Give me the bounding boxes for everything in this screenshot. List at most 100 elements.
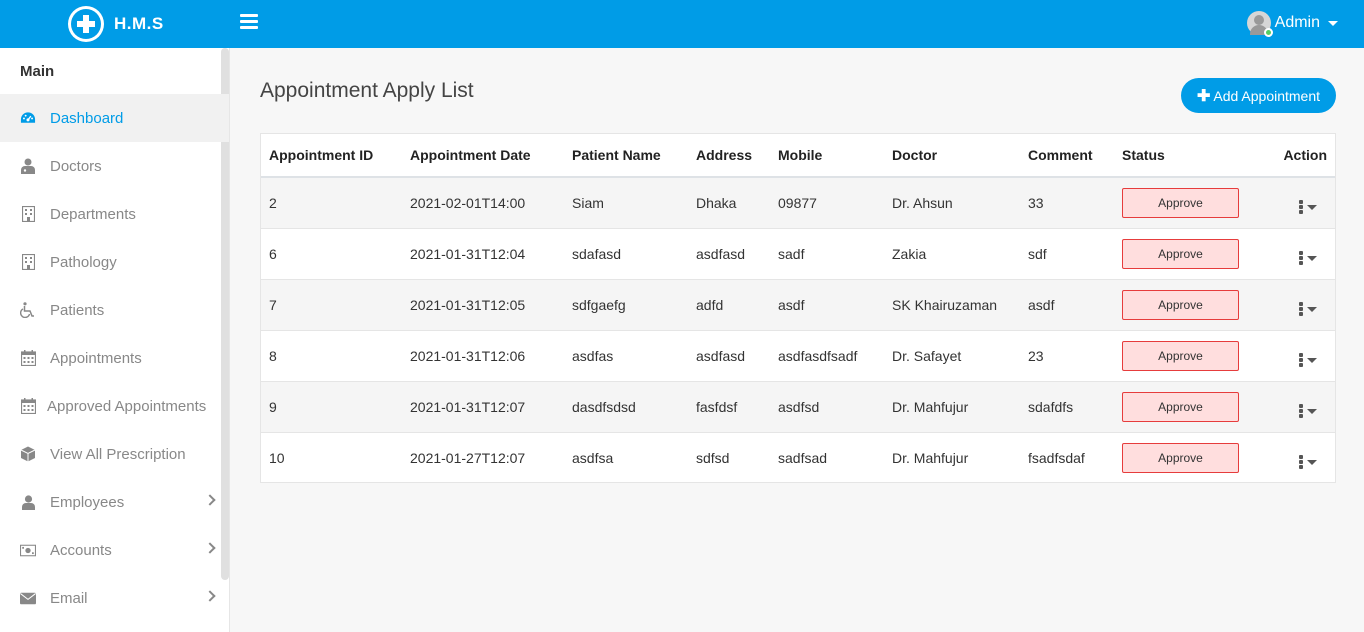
sidebar-item-approved-appointments[interactable]: Approved Appointments xyxy=(0,382,229,430)
sidebar-item-view-all-prescription[interactable]: View All Prescription xyxy=(0,430,229,478)
sidebar-item-appointments[interactable]: Appointments xyxy=(0,334,229,382)
cell-address: adfd xyxy=(696,296,724,313)
cell-appointment-date: 2021-01-31T12:07 xyxy=(410,398,526,415)
approve-button[interactable]: Approve xyxy=(1122,442,1239,473)
user-md-icon xyxy=(20,158,36,174)
cell-doctor: SK Khairuzaman xyxy=(892,296,998,313)
ellipsis-vertical-icon xyxy=(1299,250,1303,266)
table-row: 2 2021-02-01T14:00 Siam Dhaka 09877 Dr. … xyxy=(261,177,1335,228)
appointments-table: Appointment ID Appointment Date Patient … xyxy=(260,133,1336,483)
chevron-right-icon xyxy=(204,542,216,554)
app-name: H.M.S xyxy=(114,14,164,33)
column-header-patient-name: Patient Name xyxy=(572,147,661,163)
dashboard-icon xyxy=(20,110,36,126)
user-icon xyxy=(20,494,36,510)
column-header-action: Action xyxy=(1283,147,1327,163)
cell-doctor: Dr. Safayet xyxy=(892,347,962,364)
column-header-address: Address xyxy=(696,147,753,163)
cell-mobile: 09877 xyxy=(778,194,817,211)
sidebar: Main Dashboard Doctors Departments Patho… xyxy=(0,48,230,632)
cell-appointment-date: 2021-01-31T12:05 xyxy=(410,296,526,313)
sidebar-item-departments[interactable]: Departments xyxy=(0,190,229,238)
cell-comment: sdafdfs xyxy=(1028,398,1074,415)
logo[interactable]: H.M.S xyxy=(68,6,164,42)
user-menu[interactable]: Admin xyxy=(1246,11,1338,37)
add-appointment-button[interactable]: ✚ Add Appointment xyxy=(1181,78,1336,113)
row-action-menu[interactable] xyxy=(1299,250,1317,266)
cell-comment: 23 xyxy=(1028,347,1044,364)
approve-button[interactable]: Approve xyxy=(1122,340,1239,371)
approve-button[interactable]: Approve xyxy=(1122,289,1239,320)
sidebar-item-doctors[interactable]: Doctors xyxy=(0,142,229,190)
cell-address: sdfsd xyxy=(696,449,730,466)
cell-comment: sdf xyxy=(1028,245,1047,262)
caret-down-icon xyxy=(1307,255,1317,261)
cell-appointment-id: 2 xyxy=(269,194,277,211)
sidebar-item-dashboard[interactable]: Dashboard xyxy=(0,94,229,142)
cell-appointment-id: 8 xyxy=(269,347,277,364)
cell-patient-name: asdfsa xyxy=(572,449,614,466)
column-header-mobile: Mobile xyxy=(778,147,823,163)
table-header-row: Appointment ID Appointment Date Patient … xyxy=(261,134,1335,177)
sidebar-item-employees[interactable]: Employees xyxy=(0,478,229,526)
caret-down-icon xyxy=(1307,357,1317,363)
table-row: 10 2021-01-27T12:07 asdfsa sdfsd sadfsad… xyxy=(261,432,1335,483)
plus-icon: ✚ xyxy=(1196,87,1211,105)
cell-mobile: asdfasdfsadf xyxy=(778,347,858,364)
sidebar-section-title: Main xyxy=(20,63,55,80)
online-status-icon xyxy=(1263,28,1273,37)
sidebar-item-email[interactable]: Email xyxy=(0,574,229,622)
caret-down-icon xyxy=(1307,408,1317,414)
ellipsis-vertical-icon xyxy=(1299,454,1303,470)
caret-down-icon xyxy=(1307,306,1317,312)
column-header-comment: Comment xyxy=(1028,147,1093,163)
medical-cross-icon xyxy=(68,6,104,42)
cell-mobile: sadf xyxy=(778,245,805,262)
table-row: 7 2021-01-31T12:05 sdfgaefg adfd asdf SK… xyxy=(261,279,1335,330)
ellipsis-vertical-icon xyxy=(1299,301,1303,317)
row-action-menu[interactable] xyxy=(1299,352,1317,368)
cell-appointment-id: 10 xyxy=(269,449,285,466)
cell-appointment-date: 2021-01-31T12:06 xyxy=(410,347,526,364)
approve-button[interactable]: Approve xyxy=(1122,391,1239,422)
cell-appointment-id: 9 xyxy=(269,398,277,415)
sidebar-item-pathology[interactable]: Pathology xyxy=(0,238,229,286)
sidebar-item-patients[interactable]: Patients xyxy=(0,286,229,334)
cell-comment: asdf xyxy=(1028,296,1055,313)
cell-doctor: Dr. Mahfujur xyxy=(892,449,969,466)
cell-address: asdfasd xyxy=(696,347,746,364)
approve-button[interactable]: Approve xyxy=(1122,238,1239,269)
cell-doctor: Zakia xyxy=(892,245,927,262)
table-row: 6 2021-01-31T12:04 sdafasd asdfasd sadf … xyxy=(261,228,1335,279)
cell-address: asdfasd xyxy=(696,245,746,262)
ellipsis-vertical-icon xyxy=(1299,403,1303,419)
cell-mobile: sadfsad xyxy=(778,449,828,466)
cell-appointment-date: 2021-02-01T14:00 xyxy=(410,194,526,211)
row-action-menu[interactable] xyxy=(1299,403,1317,419)
cell-patient-name: sdfgaefg xyxy=(572,296,626,313)
building-icon xyxy=(20,206,36,222)
chevron-right-icon xyxy=(204,590,216,602)
cell-appointment-date: 2021-01-31T12:04 xyxy=(410,245,526,262)
table-row: 8 2021-01-31T12:06 asdfas asdfasd asdfas… xyxy=(261,330,1335,381)
building-icon xyxy=(20,254,36,270)
cell-doctor: Dr. Ahsun xyxy=(892,194,953,211)
column-header-appointment-date: Appointment Date xyxy=(410,147,531,163)
cell-address: Dhaka xyxy=(696,194,737,211)
sidebar-item-accounts[interactable]: Accounts xyxy=(0,526,229,574)
cell-comment: fsadfsdaf xyxy=(1028,449,1085,466)
envelope-icon xyxy=(20,590,36,606)
cell-mobile: asdfsd xyxy=(778,398,820,415)
row-action-menu[interactable] xyxy=(1299,454,1317,470)
row-action-menu[interactable] xyxy=(1299,199,1317,215)
column-header-doctor: Doctor xyxy=(892,147,938,163)
cell-mobile: asdf xyxy=(778,296,805,313)
approve-button[interactable]: Approve xyxy=(1122,187,1239,218)
add-appointment-label: Add Appointment xyxy=(1213,87,1321,104)
row-action-menu[interactable] xyxy=(1299,301,1317,317)
cell-address: fasfdsf xyxy=(696,398,738,415)
calendar-icon xyxy=(20,398,36,414)
cube-icon xyxy=(20,446,36,462)
hamburger-menu-icon[interactable] xyxy=(240,14,258,32)
cell-comment: 33 xyxy=(1028,194,1044,211)
